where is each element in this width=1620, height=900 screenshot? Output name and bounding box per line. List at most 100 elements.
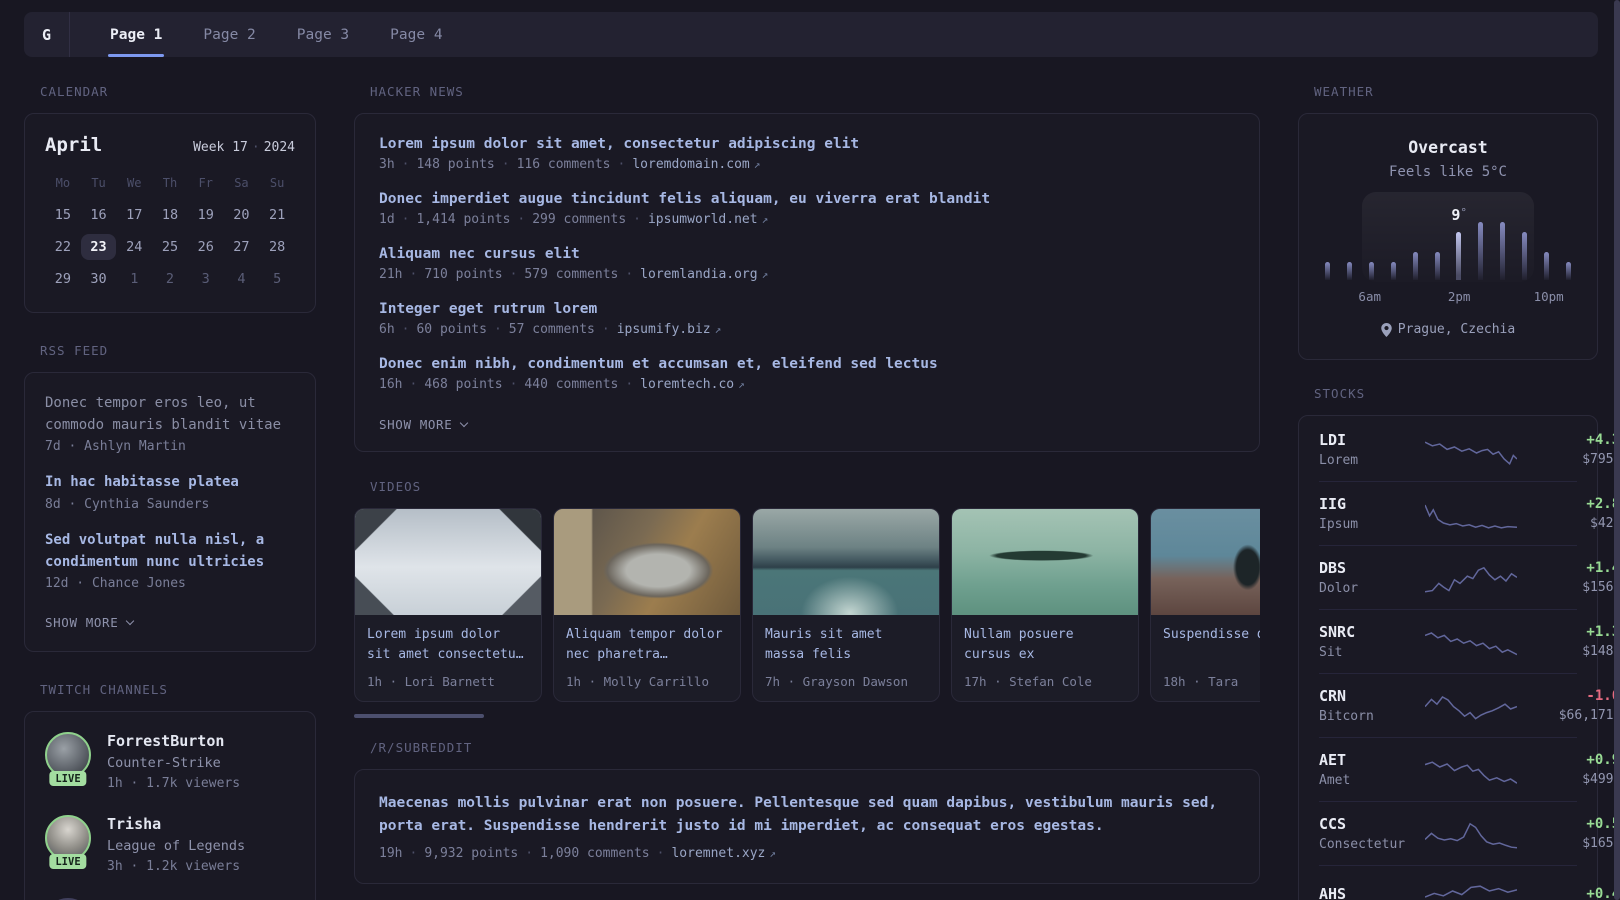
calendar-day[interactable]: 5 xyxy=(259,266,295,292)
item-comments[interactable]: 1,090 comments xyxy=(540,846,650,861)
video-thumbnail xyxy=(355,509,541,615)
calendar-day[interactable]: 15 xyxy=(45,202,81,228)
video-card[interactable]: Aliquam tempor dolor nec pharetra… 1h · M… xyxy=(553,508,741,702)
rss-item-title[interactable]: Sed volutpat nulla nisl, a condimentum n… xyxy=(45,530,295,573)
stock-row[interactable]: IIG Ipsum +2.84% $42.04 xyxy=(1319,481,1620,545)
calendar-day[interactable]: 25 xyxy=(152,234,188,260)
subreddit-post-title[interactable]: Maecenas mollis pulvinar erat non posuer… xyxy=(379,792,1235,838)
weather-header: WEATHER xyxy=(1314,84,1374,99)
hackernews-item-title[interactable]: Donec enim nibh, condimentum et accumsan… xyxy=(379,356,1235,372)
calendar-grid: Mo Tu We Th Fr Sa Su 15 16 17 18 19 20 21 22 23 24 25 26 27… xyxy=(45,176,295,292)
twitch-list: LIVE ForrestBurton Counter-Strike 1h · 1.7k… xyxy=(45,732,295,900)
stock-info: CRN Bitcorn xyxy=(1319,687,1425,724)
calendar-day[interactable]: 28 xyxy=(259,234,295,260)
video-card-body: Mauris sit amet massa felis 7h · Grayson … xyxy=(753,615,939,701)
video-title[interactable]: Mauris sit amet massa felis xyxy=(765,625,927,666)
meta-separator: · xyxy=(525,846,534,862)
stock-row[interactable]: SNRC Sit +1.36% $148.64 xyxy=(1319,609,1620,673)
calendar-day[interactable]: 30 xyxy=(81,266,117,292)
rss-show-more-button[interactable]: SHOW MORE xyxy=(45,615,135,630)
calendar-day[interactable]: 2 xyxy=(152,266,188,292)
twitch-channel-item[interactable]: LIVE Trisha League of Legends 3h · 1.2k vie… xyxy=(45,815,295,874)
calendar-day[interactable]: 3 xyxy=(188,266,224,292)
video-card[interactable]: Suspendisse diam 18h · Tara xyxy=(1150,508,1260,702)
tab-page-4[interactable]: Page 4 xyxy=(376,12,456,57)
video-card[interactable]: Lorem ipsum dolor sit amet consectetu… 1h… xyxy=(354,508,542,702)
twitch-channel-name[interactable]: Trisha xyxy=(107,815,245,833)
video-title[interactable]: Lorem ipsum dolor sit amet consectetu… xyxy=(367,625,529,666)
rss-item[interactable]: In hac habitasse platea 8d · Cynthia Saun… xyxy=(45,472,295,512)
video-card[interactable]: Mauris sit amet massa felis 7h · Grayson … xyxy=(752,508,940,702)
tab-page-2[interactable]: Page 2 xyxy=(189,12,269,57)
hackernews-show-more-button[interactable]: SHOW MORE xyxy=(379,417,469,432)
tab-page-3[interactable]: Page 3 xyxy=(283,12,363,57)
calendar-weekday: Mo xyxy=(55,176,71,190)
weather-chart: 9° xyxy=(1325,192,1571,282)
calendar-day[interactable]: 29 xyxy=(45,266,81,292)
rss-item-title[interactable]: In hac habitasse platea xyxy=(45,472,295,494)
video-thumbnail xyxy=(554,509,740,615)
source-link[interactable]: loremlandia.org ↗ xyxy=(640,267,768,282)
twitch-channel-item[interactable]: LIVE ForrestBurton Counter-Strike 1h · 1.7k… xyxy=(45,732,295,791)
stock-row[interactable]: AET Amet +0.92% $499.72 xyxy=(1319,737,1620,801)
item-comments[interactable]: 579 comments xyxy=(524,267,618,282)
source-link[interactable]: ipsumify.biz ↗ xyxy=(617,322,722,337)
app-logo[interactable]: G xyxy=(24,12,70,57)
rss-item[interactable]: Donec tempor eros leo, ut commodo mauris… xyxy=(45,393,295,454)
page-scrollbar[interactable] xyxy=(1614,0,1620,900)
stock-sparkline xyxy=(1425,627,1517,657)
hackernews-item-meta: 3h · 148 points · 116 comments · loremdomain.c… xyxy=(379,157,1235,172)
weather-feels-like: Feels like 5°C xyxy=(1388,164,1507,180)
calendar-day[interactable]: 26 xyxy=(188,234,224,260)
hackernews-item-title[interactable]: Aliquam nec cursus elit xyxy=(379,246,1235,262)
rss-list: Donec tempor eros leo, ut commodo mauris… xyxy=(45,393,295,591)
hackernews-item-title[interactable]: Integer eget rutrum lorem xyxy=(379,301,1235,317)
calendar-day-selected[interactable]: 23 xyxy=(80,234,117,260)
video-card[interactable]: Nullam posuere cursus ex 17h · Stefan Col… xyxy=(951,508,1139,702)
calendar-day[interactable]: 18 xyxy=(152,202,188,228)
rss-item[interactable]: Sed volutpat nulla nisl, a condimentum n… xyxy=(45,530,295,591)
stock-row[interactable]: CRN Bitcorn -1.00% $66,171.48 xyxy=(1319,673,1620,737)
rss-widget: Donec tempor eros leo, ut commodo mauris… xyxy=(24,372,316,653)
hackernews-item-title[interactable]: Donec imperdiet augue tincidunt felis al… xyxy=(379,191,1235,207)
source-link[interactable]: loremtech.co ↗ xyxy=(640,377,745,392)
item-comments[interactable]: 299 comments xyxy=(532,212,626,227)
stock-row[interactable]: AHS +0.46% xyxy=(1319,865,1620,900)
stock-symbol: CCS xyxy=(1319,815,1347,833)
video-title[interactable]: Aliquam tempor dolor nec pharetra… xyxy=(566,625,728,666)
video-title[interactable]: Nullam posuere cursus ex xyxy=(964,625,1126,666)
hackernews-item-title[interactable]: Lorem ipsum dolor sit amet, consectetur … xyxy=(379,136,1235,152)
calendar-day[interactable]: 19 xyxy=(188,202,224,228)
stock-info: AHS xyxy=(1319,885,1425,900)
calendar-day[interactable]: 27 xyxy=(224,234,260,260)
rss-item-title[interactable]: Donec tempor eros leo, ut commodo mauris… xyxy=(45,393,295,436)
external-link-icon: ↗ xyxy=(753,158,761,171)
calendar-day[interactable]: 17 xyxy=(116,202,152,228)
tab-page-1[interactable]: Page 1 xyxy=(96,12,176,57)
video-card-body: Nullam posuere cursus ex 17h · Stefan Col… xyxy=(952,615,1138,701)
source-link[interactable]: loremnet.xyz ↗ xyxy=(671,846,776,861)
calendar-day[interactable]: 21 xyxy=(259,202,295,228)
stock-name: Consectetur xyxy=(1319,837,1406,852)
calendar-day[interactable]: 20 xyxy=(224,202,260,228)
calendar-day[interactable]: 22 xyxy=(45,234,81,260)
item-points: 468 points xyxy=(424,377,503,392)
item-comments[interactable]: 57 comments xyxy=(509,322,595,337)
stock-row[interactable]: DBS Dolor +1.42% $156.28 xyxy=(1319,545,1620,609)
source-link[interactable]: loremdomain.com ↗ xyxy=(632,157,760,172)
twitch-channel-name[interactable]: ForrestBurton xyxy=(107,732,240,750)
stock-row[interactable]: LDI Lorem +4.35% $795.18 xyxy=(1319,418,1620,481)
calendar-day[interactable]: 24 xyxy=(116,234,152,260)
calendar-day[interactable]: 16 xyxy=(81,202,117,228)
weather-condition: Overcast xyxy=(1408,138,1488,157)
calendar-day[interactable]: 4 xyxy=(224,266,260,292)
item-comments[interactable]: 116 comments xyxy=(517,157,611,172)
stock-symbol: SNRC xyxy=(1319,623,1356,641)
source-link[interactable]: ipsumworld.net ↗ xyxy=(648,212,768,227)
stock-row[interactable]: CCS Consectetur +0.51% $165.84 xyxy=(1319,801,1620,865)
calendar-day[interactable]: 1 xyxy=(116,266,152,292)
left-column: CALENDAR April Week 17 · 2024 Mo Tu We Th Fr Sa… xyxy=(24,84,316,900)
video-title[interactable]: Suspendisse diam xyxy=(1163,625,1260,666)
videos-scrollbar-thumb[interactable] xyxy=(354,714,484,718)
item-comments[interactable]: 440 comments xyxy=(524,377,618,392)
